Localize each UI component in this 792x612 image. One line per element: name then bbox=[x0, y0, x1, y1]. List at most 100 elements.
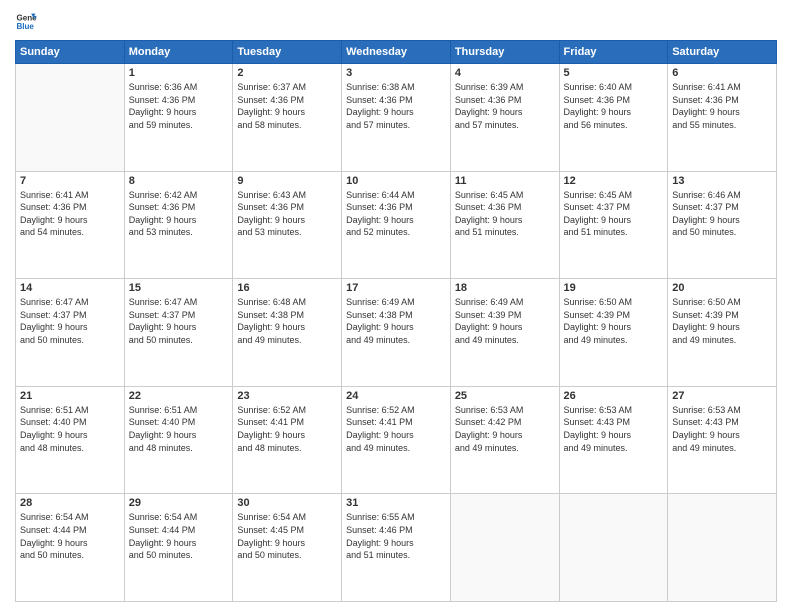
day-info: Sunrise: 6:48 AMSunset: 4:38 PMDaylight:… bbox=[237, 296, 337, 346]
calendar-week-2: 14 Sunrise: 6:47 AMSunset: 4:37 PMDayligh… bbox=[16, 279, 777, 387]
logo-icon: General Blue bbox=[15, 10, 37, 32]
calendar-cell: 26 Sunrise: 6:53 AMSunset: 4:43 PMDayligh… bbox=[559, 386, 668, 494]
day-number: 29 bbox=[129, 497, 229, 509]
day-info: Sunrise: 6:53 AMSunset: 4:43 PMDaylight:… bbox=[672, 404, 772, 454]
day-info: Sunrise: 6:41 AMSunset: 4:36 PMDaylight:… bbox=[20, 189, 120, 239]
calendar-cell: 16 Sunrise: 6:48 AMSunset: 4:38 PMDayligh… bbox=[233, 279, 342, 387]
calendar-cell: 21 Sunrise: 6:51 AMSunset: 4:40 PMDayligh… bbox=[16, 386, 125, 494]
day-info: Sunrise: 6:50 AMSunset: 4:39 PMDaylight:… bbox=[672, 296, 772, 346]
calendar-cell: 20 Sunrise: 6:50 AMSunset: 4:39 PMDayligh… bbox=[668, 279, 777, 387]
calendar-cell: 30 Sunrise: 6:54 AMSunset: 4:45 PMDayligh… bbox=[233, 494, 342, 602]
calendar-header-saturday: Saturday bbox=[668, 41, 777, 64]
calendar-header-tuesday: Tuesday bbox=[233, 41, 342, 64]
day-number: 31 bbox=[346, 497, 446, 509]
day-info: Sunrise: 6:50 AMSunset: 4:39 PMDaylight:… bbox=[564, 296, 664, 346]
day-info: Sunrise: 6:51 AMSunset: 4:40 PMDaylight:… bbox=[20, 404, 120, 454]
calendar-cell: 10 Sunrise: 6:44 AMSunset: 4:36 PMDayligh… bbox=[342, 171, 451, 279]
day-number: 6 bbox=[672, 67, 772, 79]
calendar-cell: 13 Sunrise: 6:46 AMSunset: 4:37 PMDayligh… bbox=[668, 171, 777, 279]
calendar-week-0: 1 Sunrise: 6:36 AMSunset: 4:36 PMDaylight… bbox=[16, 64, 777, 172]
day-info: Sunrise: 6:53 AMSunset: 4:42 PMDaylight:… bbox=[455, 404, 555, 454]
day-number: 2 bbox=[237, 67, 337, 79]
calendar-cell: 18 Sunrise: 6:49 AMSunset: 4:39 PMDayligh… bbox=[450, 279, 559, 387]
day-info: Sunrise: 6:52 AMSunset: 4:41 PMDaylight:… bbox=[346, 404, 446, 454]
calendar-cell: 22 Sunrise: 6:51 AMSunset: 4:40 PMDayligh… bbox=[124, 386, 233, 494]
calendar-cell: 28Sunrise: 6:54 AMSunset: 4:44 PMDayligh… bbox=[16, 494, 125, 602]
day-info: Sunrise: 6:45 AMSunset: 4:37 PMDaylight:… bbox=[564, 189, 664, 239]
day-number: 26 bbox=[564, 390, 664, 402]
day-info: Sunrise: 6:46 AMSunset: 4:37 PMDaylight:… bbox=[672, 189, 772, 239]
calendar-cell bbox=[559, 494, 668, 602]
day-number: 5 bbox=[564, 67, 664, 79]
day-info: Sunrise: 6:49 AMSunset: 4:38 PMDaylight:… bbox=[346, 296, 446, 346]
day-number: 16 bbox=[237, 282, 337, 294]
day-info: Sunrise: 6:53 AMSunset: 4:43 PMDaylight:… bbox=[564, 404, 664, 454]
day-number: 27 bbox=[672, 390, 772, 402]
day-info: Sunrise: 6:37 AMSunset: 4:36 PMDaylight:… bbox=[237, 81, 337, 131]
day-number: 8 bbox=[129, 175, 229, 187]
calendar-week-4: 28 Sunrise: 6:54 AMSunset: 4:44 PMDayligh… bbox=[16, 494, 777, 602]
day-info: Sunrise: 6:40 AMSunset: 4:36 PMDaylight:… bbox=[564, 81, 664, 131]
day-number: 11 bbox=[455, 175, 555, 187]
calendar-cell: 7Sunrise: 6:41 AMSunset: 4:36 PMDaylight… bbox=[16, 171, 125, 279]
day-number: 10 bbox=[346, 175, 446, 187]
calendar-cell: 25Sunrise: 6:53 AMSunset: 4:42 PMDayligh… bbox=[450, 386, 559, 494]
calendar-cell bbox=[16, 64, 125, 172]
day-info: Sunrise: 6:43 AMSunset: 4:36 PMDaylight:… bbox=[237, 189, 337, 239]
day-number: 4 bbox=[455, 67, 555, 79]
calendar-cell: 27 Sunrise: 6:53 AMSunset: 4:43 PMDayligh… bbox=[668, 386, 777, 494]
calendar-header-wednesday: Wednesday bbox=[342, 41, 451, 64]
calendar-cell: 11Sunrise: 6:45 AMSunset: 4:36 PMDayligh… bbox=[450, 171, 559, 279]
calendar-cell: 15 Sunrise: 6:47 AMSunset: 4:37 PMDayligh… bbox=[124, 279, 233, 387]
day-number: 28 bbox=[20, 497, 120, 509]
calendar-cell: 17Sunrise: 6:49 AMSunset: 4:38 PMDayligh… bbox=[342, 279, 451, 387]
calendar-header-sunday: Sunday bbox=[16, 41, 125, 64]
calendar-cell: 6 Sunrise: 6:41 AMSunset: 4:36 PMDaylight… bbox=[668, 64, 777, 172]
day-info: Sunrise: 6:54 AMSunset: 4:44 PMDaylight:… bbox=[129, 511, 229, 561]
day-info: Sunrise: 6:38 AMSunset: 4:36 PMDaylight:… bbox=[346, 81, 446, 131]
day-info: Sunrise: 6:47 AMSunset: 4:37 PMDaylight:… bbox=[20, 296, 120, 346]
calendar-week-3: 21 Sunrise: 6:51 AMSunset: 4:40 PMDayligh… bbox=[16, 386, 777, 494]
day-info: Sunrise: 6:54 AMSunset: 4:45 PMDaylight:… bbox=[237, 511, 337, 561]
calendar-header-row: SundayMondayTuesdayWednesdayThursdayFrid… bbox=[16, 41, 777, 64]
day-info: Sunrise: 6:41 AMSunset: 4:36 PMDaylight:… bbox=[672, 81, 772, 131]
day-info: Sunrise: 6:52 AMSunset: 4:41 PMDaylight:… bbox=[237, 404, 337, 454]
day-number: 12 bbox=[564, 175, 664, 187]
day-info: Sunrise: 6:42 AMSunset: 4:36 PMDaylight:… bbox=[129, 189, 229, 239]
calendar-cell: 8 Sunrise: 6:42 AMSunset: 4:36 PMDaylight… bbox=[124, 171, 233, 279]
day-number: 20 bbox=[672, 282, 772, 294]
day-number: 21 bbox=[20, 390, 120, 402]
calendar-header-monday: Monday bbox=[124, 41, 233, 64]
calendar-cell: 31 Sunrise: 6:55 AMSunset: 4:46 PMDayligh… bbox=[342, 494, 451, 602]
calendar-week-1: 7Sunrise: 6:41 AMSunset: 4:36 PMDaylight… bbox=[16, 171, 777, 279]
day-number: 30 bbox=[237, 497, 337, 509]
day-number: 19 bbox=[564, 282, 664, 294]
calendar-cell: 4 Sunrise: 6:39 AMSunset: 4:36 PMDaylight… bbox=[450, 64, 559, 172]
calendar-table: SundayMondayTuesdayWednesdayThursdayFrid… bbox=[15, 40, 777, 602]
calendar-header-thursday: Thursday bbox=[450, 41, 559, 64]
day-number: 9 bbox=[237, 175, 337, 187]
calendar-cell: 23 Sunrise: 6:52 AMSunset: 4:41 PMDayligh… bbox=[233, 386, 342, 494]
day-number: 14 bbox=[20, 282, 120, 294]
day-info: Sunrise: 6:49 AMSunset: 4:39 PMDaylight:… bbox=[455, 296, 555, 346]
day-number: 24 bbox=[346, 390, 446, 402]
calendar-cell: 14 Sunrise: 6:47 AMSunset: 4:37 PMDayligh… bbox=[16, 279, 125, 387]
day-number: 1 bbox=[129, 67, 229, 79]
day-info: Sunrise: 6:44 AMSunset: 4:36 PMDaylight:… bbox=[346, 189, 446, 239]
day-info: Sunrise: 6:51 AMSunset: 4:40 PMDaylight:… bbox=[129, 404, 229, 454]
calendar-cell: 5 Sunrise: 6:40 AMSunset: 4:36 PMDaylight… bbox=[559, 64, 668, 172]
day-number: 18 bbox=[455, 282, 555, 294]
day-number: 15 bbox=[129, 282, 229, 294]
day-number: 13 bbox=[672, 175, 772, 187]
day-info: Sunrise: 6:55 AMSunset: 4:46 PMDaylight:… bbox=[346, 511, 446, 561]
day-info: Sunrise: 6:36 AMSunset: 4:36 PMDaylight:… bbox=[129, 81, 229, 131]
logo: General Blue bbox=[15, 10, 39, 32]
page-header: General Blue bbox=[15, 10, 777, 32]
day-number: 23 bbox=[237, 390, 337, 402]
calendar-cell: 2 Sunrise: 6:37 AMSunset: 4:36 PMDaylight… bbox=[233, 64, 342, 172]
day-number: 22 bbox=[129, 390, 229, 402]
day-info: Sunrise: 6:39 AMSunset: 4:36 PMDaylight:… bbox=[455, 81, 555, 131]
day-info: Sunrise: 6:47 AMSunset: 4:37 PMDaylight:… bbox=[129, 296, 229, 346]
calendar-cell bbox=[668, 494, 777, 602]
calendar-cell bbox=[450, 494, 559, 602]
